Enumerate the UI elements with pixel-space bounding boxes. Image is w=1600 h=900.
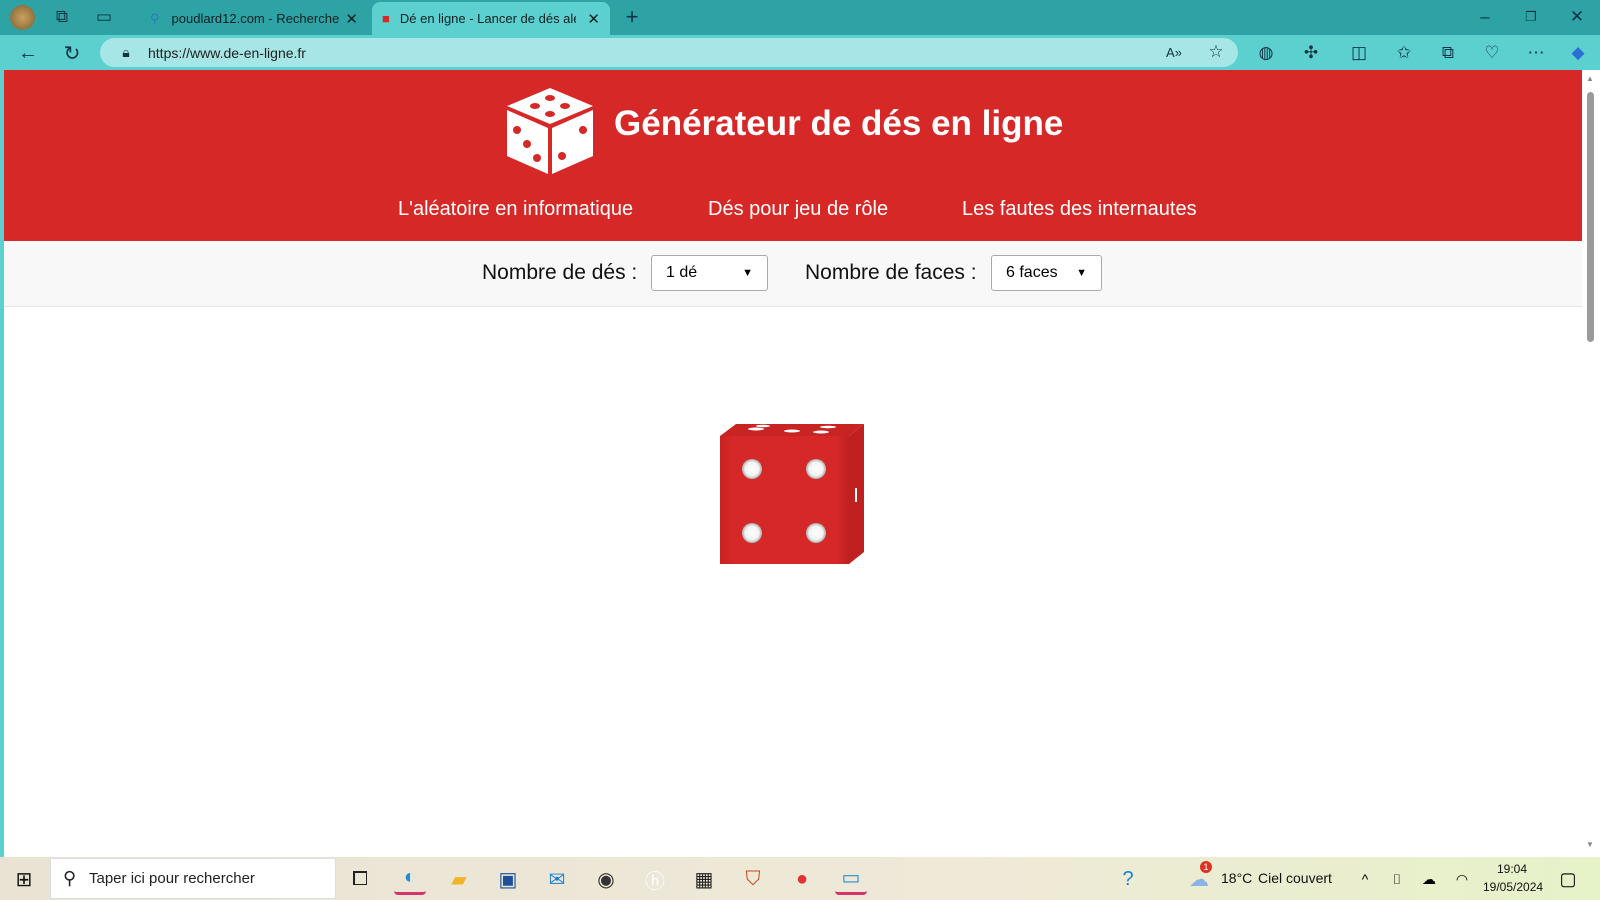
chevron-up-icon[interactable]: ^ [1349, 863, 1381, 895]
search-icon: ⚲ [63, 868, 77, 888]
store-icon[interactable]: ▣ [492, 863, 524, 895]
edge-icon[interactable]: ◐ [394, 863, 426, 895]
web-page: Générateur de dés en ligne L'aléatoire e… [4, 70, 1582, 857]
chevron-down-icon: ▼ [742, 267, 753, 279]
task-view-icon[interactable]: ⧠ [344, 863, 376, 895]
close-tab-icon[interactable]: ✕ [345, 10, 358, 28]
close-tab-icon[interactable]: ✕ [587, 10, 600, 28]
tab-actions-icon[interactable]: ▭ [92, 5, 116, 29]
taskbar: ⊞ ⚲ Taper ici pour rechercher ⧠ ◐ ▰ ▣ ✉ … [0, 857, 1600, 900]
red-app-icon[interactable]: ● [786, 863, 818, 895]
new-tab-icon[interactable]: + [620, 4, 644, 29]
wifi-icon[interactable]: ◠ [1446, 863, 1478, 895]
favorite-star-icon[interactable]: ☆ [1204, 40, 1228, 64]
security-app-icon[interactable]: ⛉ [737, 863, 769, 895]
scroll-down-icon[interactable]: ▼ [1586, 840, 1594, 849]
rolled-die[interactable] [718, 422, 870, 570]
lock-icon[interactable]: 🔒︎ [114, 40, 138, 64]
copilot-icon[interactable]: ◆ [1566, 41, 1590, 65]
search-icon: ⚲ [150, 10, 160, 26]
clock-time[interactable]: 19:04 [1497, 862, 1527, 876]
weather-badge: 1 [1200, 861, 1212, 873]
minimize-icon[interactable]: – [1473, 5, 1497, 29]
scrollbar-thumb[interactable] [1587, 92, 1594, 342]
back-icon[interactable]: ← [16, 41, 40, 65]
clock-date[interactable]: 19/05/2024 [1483, 880, 1543, 894]
mail-icon[interactable]: ✉ [541, 863, 573, 895]
weather-text[interactable]: Ciel couvert [1258, 870, 1332, 886]
dice-count-select[interactable]: 1 dé ▼ [651, 255, 768, 291]
magnifier-app-icon[interactable]: ▭ [835, 863, 867, 895]
faces-label: Nombre de faces : [805, 261, 977, 284]
windows-start-icon[interactable]: ⊞ [8, 863, 40, 895]
nav-aleatoire[interactable]: L'aléatoire en informatique [398, 198, 633, 221]
hp-icon[interactable]: ⓗ [639, 863, 671, 895]
options-bar: Nombre de dés : 1 dé ▼ Nombre de faces : … [4, 241, 1582, 307]
close-window-icon[interactable]: ✕ [1565, 5, 1589, 29]
vpn-icon[interactable]: ◍ [1254, 41, 1278, 65]
site-title: Générateur de dés en ligne [614, 104, 1064, 143]
scroll-up-icon[interactable]: ▲ [1586, 74, 1594, 83]
restore-icon[interactable]: ❐ [1519, 5, 1543, 29]
more-icon[interactable]: ⋯ [1524, 41, 1548, 65]
nav-fautes[interactable]: Les fautes des internautes [962, 198, 1197, 221]
profile-avatar[interactable] [10, 5, 35, 30]
tab-bar: ⧉ ▭ ⚲ poudlard12.com - Recherche ✕ ■ Dé … [0, 0, 1600, 35]
site-header: Générateur de dés en ligne L'aléatoire e… [4, 70, 1582, 241]
notifications-icon[interactable]: ▢ [1552, 863, 1584, 895]
split-screen-icon[interactable]: ◫ [1347, 41, 1371, 65]
help-icon[interactable]: ? [1112, 863, 1144, 895]
nav-jeu-de-role[interactable]: Dés pour jeu de rôle [708, 198, 888, 221]
dice-favicon-icon: ■ [382, 11, 390, 26]
browser-essentials-icon[interactable]: ♡ [1480, 41, 1504, 65]
tab-search[interactable]: ⚲ poudlard12.com - Recherche ✕ [140, 2, 368, 35]
dice-logo [507, 88, 593, 174]
file-explorer-icon[interactable]: ▰ [443, 863, 475, 895]
read-aloud-icon[interactable]: A» [1162, 40, 1186, 64]
workspaces-icon[interactable]: ⧉ [50, 5, 74, 29]
video-app-icon[interactable]: ▦ [688, 863, 720, 895]
dice-count-label: Nombre de dés : [482, 261, 638, 284]
tab-de-en-ligne[interactable]: ■ Dé en ligne - Lancer de dés aléat ✕ [372, 2, 610, 35]
meet-icon[interactable]: ⌷ [1381, 863, 1413, 895]
collections-icon[interactable]: ⧉ [1436, 41, 1460, 65]
favorites-icon[interactable]: ✩ [1392, 41, 1416, 65]
address-bar[interactable]: 🔒︎ https://www.de-en-ligne.fr A» ☆ [100, 38, 1238, 67]
onedrive-icon[interactable]: ☁ [1413, 863, 1445, 895]
refresh-icon[interactable]: ↻ [60, 41, 84, 65]
extensions-icon[interactable]: ✣ [1299, 41, 1323, 65]
faces-select[interactable]: 6 faces ▼ [991, 255, 1102, 291]
weather-temp[interactable]: 18°C [1221, 870, 1252, 886]
app-icon[interactable]: ◉ [590, 863, 622, 895]
scrollbar[interactable]: ▲ ▼ [1582, 70, 1600, 857]
chevron-down-icon: ▼ [1076, 267, 1087, 279]
taskbar-search[interactable]: ⚲ Taper ici pour rechercher [50, 858, 336, 899]
